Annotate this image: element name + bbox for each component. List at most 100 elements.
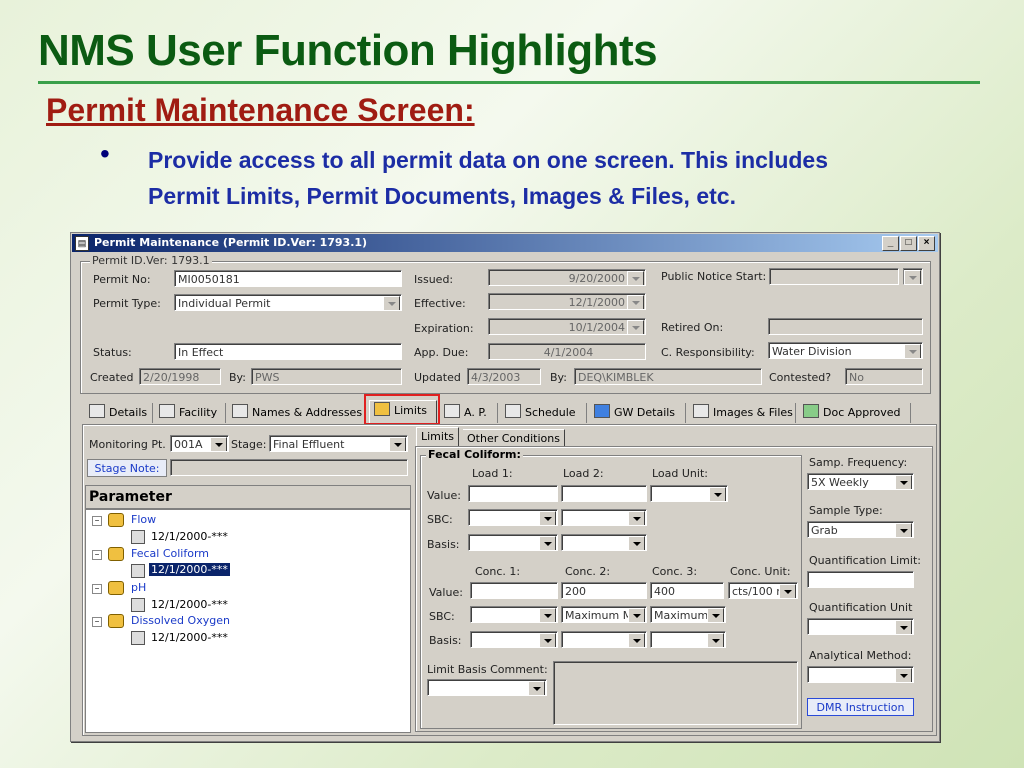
stage-note-button[interactable]: Stage Note: <box>87 459 167 477</box>
quantification-unit-select[interactable] <box>807 618 914 635</box>
chevron-down-icon[interactable] <box>539 511 556 525</box>
load1-sbc-select[interactable] <box>468 509 558 526</box>
chevron-down-icon[interactable] <box>628 536 645 550</box>
updated-label: Updated <box>414 371 461 384</box>
chevron-down-icon[interactable] <box>627 295 644 309</box>
retired-field[interactable] <box>768 318 923 335</box>
tab-facility[interactable]: Facility <box>155 403 226 423</box>
tab-names-addresses[interactable]: Names & Addresses <box>228 403 366 423</box>
chevron-down-icon[interactable] <box>779 584 796 598</box>
window-titlebar[interactable]: ▤ Permit Maintenance (Permit ID.Ver: 179… <box>72 234 938 252</box>
limit-basis-comment-text[interactable] <box>553 661 798 725</box>
chevron-down-icon[interactable] <box>628 511 645 525</box>
load2-basis-select[interactable] <box>561 534 647 551</box>
issued-field[interactable]: 9/20/2000 <box>488 269 646 286</box>
tree-date-dissolved-oxygen[interactable]: 12/1/2000-*** <box>151 631 228 644</box>
public-notice-field[interactable] <box>769 268 899 285</box>
chevron-down-icon[interactable] <box>627 271 644 285</box>
chevron-down-icon[interactable] <box>627 320 644 334</box>
permit-type-select[interactable]: Individual Permit <box>174 294 402 311</box>
contested-field[interactable]: No <box>845 368 923 385</box>
chevron-down-icon[interactable] <box>383 296 400 310</box>
load1-basis-select[interactable] <box>468 534 558 551</box>
chevron-down-icon[interactable] <box>539 608 556 622</box>
minimize-button[interactable]: _ <box>882 236 899 251</box>
bullet-line-2: Permit Limits, Permit Documents, Images … <box>148 183 736 209</box>
collapse-icon[interactable]: − <box>92 617 102 627</box>
limit-checkbox-icon[interactable] <box>131 598 145 612</box>
load-unit-select[interactable] <box>650 485 728 502</box>
chevron-down-icon[interactable] <box>895 475 912 489</box>
subtab-limits[interactable]: Limits <box>416 427 459 447</box>
chevron-down-icon[interactable] <box>895 620 912 634</box>
limit-basis-comment-select[interactable] <box>427 679 547 696</box>
chevron-down-icon[interactable] <box>539 633 556 647</box>
limit-checkbox-icon[interactable] <box>131 564 145 578</box>
tree-item-fecal-coliform[interactable]: Fecal Coliform <box>131 547 209 560</box>
tab-details[interactable]: Details <box>85 403 153 423</box>
conc1-value-input[interactable] <box>470 582 558 599</box>
chevron-down-icon[interactable] <box>389 437 406 451</box>
expiration-field[interactable]: 10/1/2004 <box>488 318 646 335</box>
sample-type-select[interactable]: Grab <box>807 521 914 538</box>
conc1-basis-select[interactable] <box>470 631 558 648</box>
maximize-button[interactable]: □ <box>900 236 917 251</box>
tree-date-fecal-selected[interactable]: 12/1/2000-*** <box>149 563 230 576</box>
permit-no-field[interactable]: MI0050181 <box>174 270 402 287</box>
quantification-limit-input[interactable] <box>807 571 914 588</box>
analytical-method-select[interactable] <box>807 666 914 683</box>
subtab-other-conditions[interactable]: Other Conditions <box>463 429 565 447</box>
collapse-icon[interactable]: − <box>92 584 102 594</box>
load1-value-input[interactable] <box>468 485 558 502</box>
stage-note-field[interactable] <box>170 459 408 476</box>
chevron-down-icon[interactable] <box>210 437 227 451</box>
load2-value-input[interactable] <box>561 485 647 502</box>
tree-item-ph[interactable]: pH <box>131 581 146 594</box>
effective-field[interactable]: 12/1/2000 <box>488 293 646 310</box>
conc-unit-select[interactable]: cts/100 r <box>728 582 798 599</box>
chevron-down-icon[interactable] <box>895 523 912 537</box>
chevron-down-icon[interactable] <box>904 344 921 358</box>
tab-images-files[interactable]: Images & Files <box>689 403 796 423</box>
schedule-icon <box>505 404 521 418</box>
app-due-field[interactable]: 4/1/2004 <box>488 343 646 360</box>
conc3-basis-select[interactable] <box>650 631 726 648</box>
tree-date-ph[interactable]: 12/1/2000-*** <box>151 598 228 611</box>
monitoring-select[interactable]: 001A <box>170 435 229 452</box>
chevron-down-icon[interactable] <box>904 270 921 284</box>
chevron-down-icon[interactable] <box>528 681 545 695</box>
chevron-down-icon[interactable] <box>895 668 912 682</box>
dmr-instruction-button[interactable]: DMR Instruction <box>807 698 914 716</box>
status-field[interactable]: In Effect <box>174 343 402 360</box>
load2-sbc-select[interactable] <box>561 509 647 526</box>
chevron-down-icon[interactable] <box>628 608 645 622</box>
permit-type-label: Permit Type: <box>93 297 161 310</box>
conc3-sbc-select[interactable]: Maximum <box>650 606 726 623</box>
conc2-sbc-select[interactable]: Maximum M <box>561 606 647 623</box>
collapse-icon[interactable]: − <box>92 550 102 560</box>
tree-item-dissolved-oxygen[interactable]: Dissolved Oxygen <box>131 614 230 627</box>
c-responsibility-select[interactable]: Water Division <box>768 342 923 359</box>
chevron-down-icon[interactable] <box>707 608 724 622</box>
chevron-down-icon[interactable] <box>707 633 724 647</box>
chevron-down-icon[interactable] <box>539 536 556 550</box>
tab-schedule[interactable]: Schedule <box>501 403 587 423</box>
limit-checkbox-icon[interactable] <box>131 530 145 544</box>
public-notice-dropdown[interactable] <box>903 268 923 285</box>
conc2-value-input[interactable]: 200 <box>561 582 647 599</box>
chevron-down-icon[interactable] <box>709 487 726 501</box>
conc1-sbc-select[interactable] <box>470 606 558 623</box>
tab-gw-details[interactable]: GW Details <box>590 403 686 423</box>
chevron-down-icon[interactable] <box>628 633 645 647</box>
collapse-icon[interactable]: − <box>92 516 102 526</box>
tab-ap[interactable]: A. P. <box>440 403 498 423</box>
tree-date-flow[interactable]: 12/1/2000-*** <box>151 530 228 543</box>
conc3-value-input[interactable]: 400 <box>650 582 724 599</box>
tab-doc-approved[interactable]: Doc Approved <box>799 403 911 423</box>
limit-checkbox-icon[interactable] <box>131 631 145 645</box>
stage-select[interactable]: Final Effluent <box>269 435 408 452</box>
samp-frequency-select[interactable]: 5X Weekly <box>807 473 914 490</box>
conc2-basis-select[interactable] <box>561 631 647 648</box>
close-button[interactable]: × <box>918 236 935 251</box>
tree-item-flow[interactable]: Flow <box>131 513 156 526</box>
